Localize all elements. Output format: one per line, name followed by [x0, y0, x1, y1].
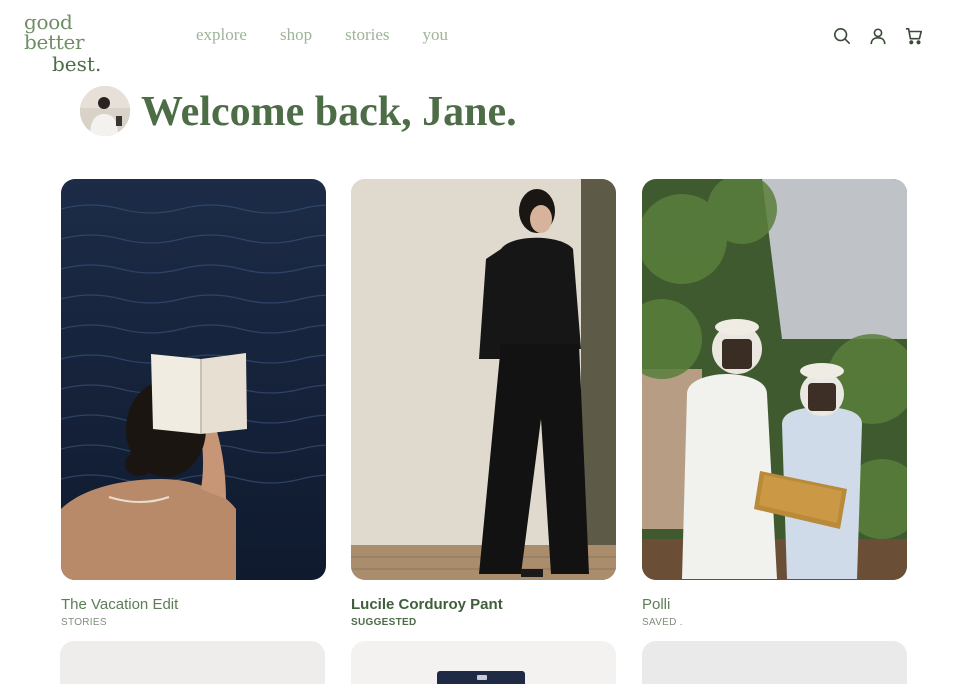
- card-title: Polli: [642, 596, 671, 613]
- card-placeholder[interactable]: [642, 641, 907, 684]
- header-actions: [833, 27, 923, 45]
- cart-icon[interactable]: [905, 27, 923, 45]
- card-title: Lucile Corduroy Pant: [351, 596, 503, 613]
- card-category: SUGGESTED: [351, 617, 417, 628]
- card-category: SAVED .: [642, 617, 683, 628]
- card-category: STORIES: [61, 617, 107, 628]
- nav-you[interactable]: you: [423, 25, 449, 45]
- brand-logo[interactable]: good better best.: [24, 12, 134, 74]
- avatar[interactable]: [80, 86, 130, 136]
- nav-shop[interactable]: shop: [280, 25, 312, 45]
- card-image-pant: [351, 179, 616, 580]
- main-nav: explore shop stories you: [196, 25, 448, 45]
- brand-logo-line1: good better: [24, 10, 85, 54]
- brand-logo-line2: best.: [52, 52, 102, 76]
- card-product-preview[interactable]: [351, 641, 616, 684]
- card-image-beekeepers: [642, 179, 907, 580]
- pant-product-image: [437, 671, 525, 684]
- card-lucile-corduroy-pant[interactable]: Lucile Corduroy Pant SUGGESTED: [351, 179, 616, 628]
- welcome-heading: Welcome back, Jane.: [141, 89, 517, 135]
- card-image-vacation: [61, 179, 326, 580]
- nav-explore[interactable]: explore: [196, 25, 247, 45]
- card-polli[interactable]: Polli SAVED .: [642, 179, 907, 628]
- card-vacation-edit[interactable]: The Vacation Edit STORIES: [61, 179, 326, 628]
- card-placeholder[interactable]: [60, 641, 325, 684]
- user-icon[interactable]: [869, 27, 887, 45]
- nav-stories[interactable]: stories: [345, 25, 389, 45]
- card-title: The Vacation Edit: [61, 596, 179, 613]
- search-icon[interactable]: [833, 27, 851, 45]
